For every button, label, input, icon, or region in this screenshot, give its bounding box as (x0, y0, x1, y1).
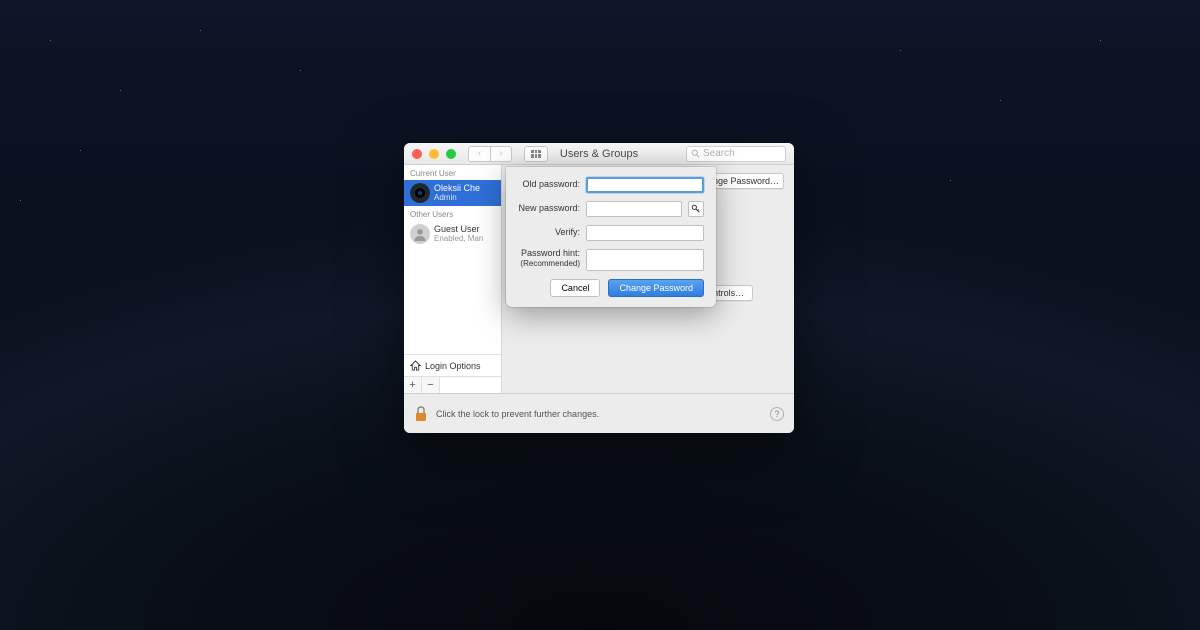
sidebar-user-guest[interactable]: Guest User Enabled, Man (404, 221, 501, 247)
old-password-input[interactable] (586, 177, 704, 193)
add-user-button[interactable]: + (404, 377, 422, 393)
house-icon (410, 360, 421, 371)
login-options[interactable]: Login Options (404, 354, 501, 376)
forward-button[interactable]: › (490, 146, 512, 162)
sidebar-user-current[interactable]: Oleksii Che Admin (404, 180, 501, 206)
user-status: Enabled, Man (434, 235, 483, 244)
help-button[interactable]: ? (770, 407, 784, 421)
user-role: Admin (434, 194, 480, 203)
back-button[interactable]: ‹ (468, 146, 490, 162)
sidebar-section-other: Other Users (404, 206, 501, 221)
remove-user-button[interactable]: − (422, 377, 440, 393)
hint-input[interactable] (586, 249, 704, 271)
zoom-icon[interactable] (446, 149, 456, 159)
change-password-sheet: Old password: New password: Verify: Pass… (506, 167, 716, 307)
search-input[interactable]: Search (686, 146, 786, 162)
add-remove-bar: + − (404, 376, 501, 393)
nav-buttons: ‹ › (468, 146, 512, 162)
avatar-guest-icon (410, 224, 430, 244)
grid-icon (531, 150, 541, 158)
minimize-icon[interactable] (429, 149, 439, 159)
password-assistant-button[interactable] (688, 201, 704, 217)
verify-label: Verify: (518, 228, 580, 238)
sidebar: Current User Oleksii Che Admin Other Use… (404, 165, 502, 393)
show-all-button[interactable] (524, 146, 548, 162)
search-placeholder: Search (703, 148, 735, 159)
footer: Click the lock to prevent further change… (404, 393, 794, 433)
login-options-label: Login Options (425, 361, 481, 371)
search-icon (691, 149, 700, 158)
titlebar: ‹ › Users & Groups Search (404, 143, 794, 165)
key-icon (691, 204, 701, 214)
change-password-confirm-button[interactable]: Change Password (608, 279, 704, 297)
close-icon[interactable] (412, 149, 422, 159)
sidebar-section-current: Current User (404, 165, 501, 180)
cancel-button[interactable]: Cancel (550, 279, 600, 297)
lock-text: Click the lock to prevent further change… (436, 409, 599, 419)
lock-icon[interactable] (414, 406, 428, 422)
traffic-lights (412, 149, 456, 159)
verify-input[interactable] (586, 225, 704, 241)
old-password-label: Old password: (518, 180, 580, 190)
avatar (410, 183, 430, 203)
new-password-label: New password: (518, 204, 580, 214)
hint-label: Password hint:(Recommended) (518, 249, 580, 269)
new-password-input[interactable] (586, 201, 682, 217)
